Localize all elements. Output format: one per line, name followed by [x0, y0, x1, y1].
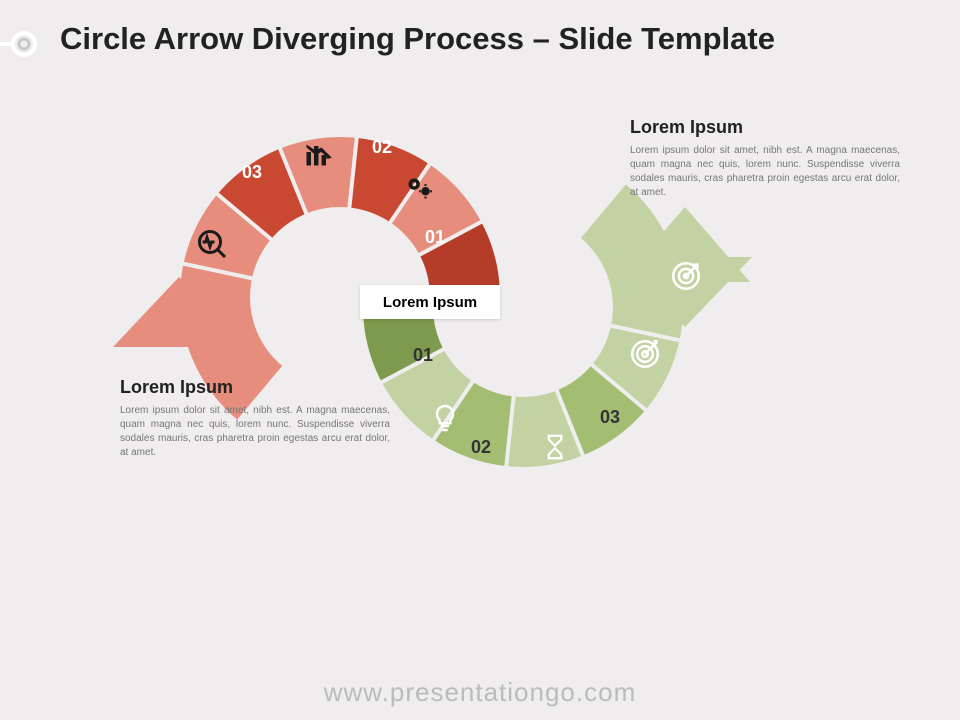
target-icon	[628, 337, 662, 371]
green-seg-02-label: 02	[471, 437, 491, 458]
top-heading: Lorem Ipsum	[630, 117, 900, 138]
green-seg-01-label: 01	[413, 345, 433, 366]
top-body: Lorem ipsum dolor sit amet, nibh est. A …	[630, 144, 900, 200]
slide-title: Circle Arrow Diverging Process – Slide T…	[60, 20, 900, 57]
center-label-box: Lorem Ipsum	[360, 285, 500, 319]
center-label: Lorem Ipsum	[383, 294, 477, 311]
header-ornament-icon	[0, 24, 42, 64]
green-seg-03-label: 03	[600, 407, 620, 428]
bottom-body: Lorem ipsum dolor sit amet, nibh est. A …	[120, 404, 390, 460]
bottom-text-block: Lorem Ipsum Lorem ipsum dolor sit amet, …	[120, 377, 390, 460]
lightbulb-icon	[429, 402, 461, 434]
bottom-heading: Lorem Ipsum	[120, 377, 390, 398]
gears-icon	[400, 170, 434, 204]
target-arrow-icon	[669, 259, 703, 293]
magnify-pulse-icon	[195, 227, 231, 263]
red-seg-01-label: 01	[425, 227, 445, 248]
title-area: Circle Arrow Diverging Process – Slide T…	[0, 0, 960, 67]
diagram-stage: 01 02 03 01 02 03 Lorem Ipsum Lorem Ipsu…	[0, 67, 960, 627]
red-seg-03-label: 03	[242, 162, 262, 183]
red-seg-02-label: 02	[372, 137, 392, 158]
footer-url: www.presentationgo.com	[0, 677, 960, 708]
chart-down-icon	[302, 137, 338, 173]
hourglass-icon	[540, 432, 570, 462]
top-text-block: Lorem Ipsum Lorem ipsum dolor sit amet, …	[630, 117, 900, 200]
